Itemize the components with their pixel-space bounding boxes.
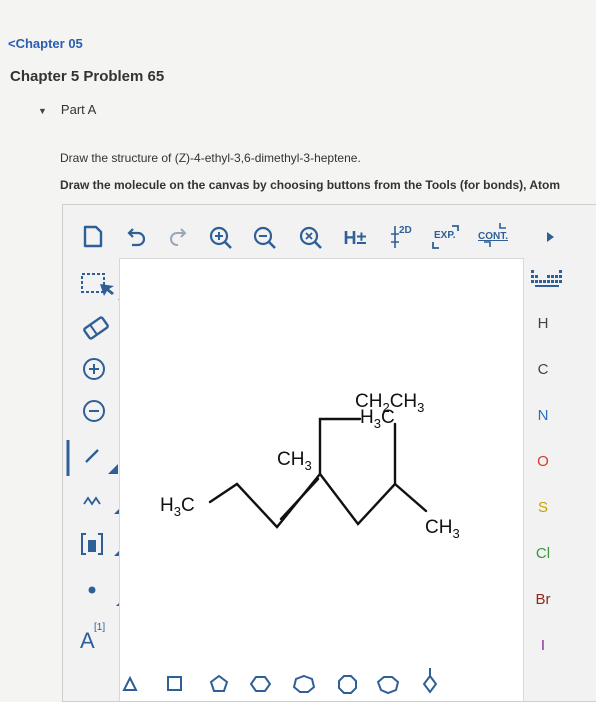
expand-button[interactable]: EXP.	[430, 224, 464, 250]
cycloheptane-icon[interactable]	[292, 674, 316, 693]
zoom-in-icon[interactable]	[207, 224, 235, 252]
ch3-right-label: CH3	[425, 517, 460, 541]
back-link-label: Chapter 05	[15, 36, 83, 51]
zoom-reset-icon[interactable]	[297, 224, 325, 252]
question-text: Draw the structure of (Z)-4-ethyl-3,6-di…	[60, 151, 361, 165]
instruction-text: Draw the molecule on the canvas by choos…	[60, 178, 561, 192]
cyclobutane-icon[interactable]	[167, 676, 182, 691]
periodic-table-icon[interactable]	[530, 268, 564, 290]
h3c-left-label: H3C	[160, 495, 195, 519]
contract-label: CONT.	[478, 231, 508, 242]
problem-title: Chapter 5 Problem 65	[10, 68, 165, 85]
atom-n-button[interactable]: N	[523, 407, 563, 424]
positive-charge-icon[interactable]	[81, 356, 107, 382]
clean-2d-button[interactable]: 2D	[387, 224, 423, 250]
chevron-left-icon: <	[8, 36, 16, 51]
chair-template-icon[interactable]	[422, 668, 438, 694]
redo-icon[interactable]	[166, 226, 190, 248]
contract-button[interactable]: CONT.	[476, 222, 514, 250]
atom-s-button[interactable]: S	[523, 499, 563, 516]
negative-charge-icon[interactable]	[81, 398, 107, 424]
drawing-canvas[interactable]: H3C CH3 CH2CH3 H3C CH3	[119, 258, 524, 701]
benzene-icon[interactable]	[376, 676, 400, 695]
molecule-bonds	[208, 417, 428, 529]
cyclopropane-icon[interactable]	[122, 675, 138, 691]
undo-icon[interactable]	[124, 226, 148, 248]
eraser-icon[interactable]	[80, 314, 112, 342]
new-canvas-icon[interactable]	[80, 224, 106, 250]
atom-o-button[interactable]: O	[523, 453, 563, 470]
cyclohexane-icon[interactable]	[249, 676, 272, 692]
back-to-chapter-link[interactable]: <Chapter 05	[8, 36, 83, 51]
clean-2d-label: 2D	[399, 225, 412, 236]
ring-templates	[122, 668, 438, 695]
cyclooctane-icon[interactable]	[338, 675, 357, 694]
part-label: Part A	[60, 102, 97, 117]
h3c-branch-label: H3C	[360, 407, 395, 431]
atom-properties-label: A	[80, 628, 95, 653]
atom-properties-sup: [1]	[94, 622, 106, 633]
atom-properties-button[interactable]: A [1]	[80, 622, 110, 658]
caret-down-icon: ▼	[38, 106, 47, 116]
atom-br-button[interactable]: Br	[523, 591, 563, 608]
ch3-methyl-label: CH3	[277, 449, 312, 473]
more-tools-arrow-icon[interactable]	[544, 230, 558, 244]
atom-c-button[interactable]: C	[523, 361, 563, 378]
expand-label: EXP.	[434, 230, 456, 241]
zoom-out-icon[interactable]	[251, 224, 279, 252]
cyclopentane-icon[interactable]	[209, 674, 229, 692]
toggle-hydrogens-button[interactable]: H±	[340, 227, 370, 249]
part-a-toggle[interactable]: ▼ Part A	[38, 102, 96, 117]
atom-h-button[interactable]: H	[523, 315, 563, 332]
atom-i-button[interactable]: I	[523, 637, 563, 654]
atom-cl-button[interactable]: Cl	[523, 545, 563, 562]
